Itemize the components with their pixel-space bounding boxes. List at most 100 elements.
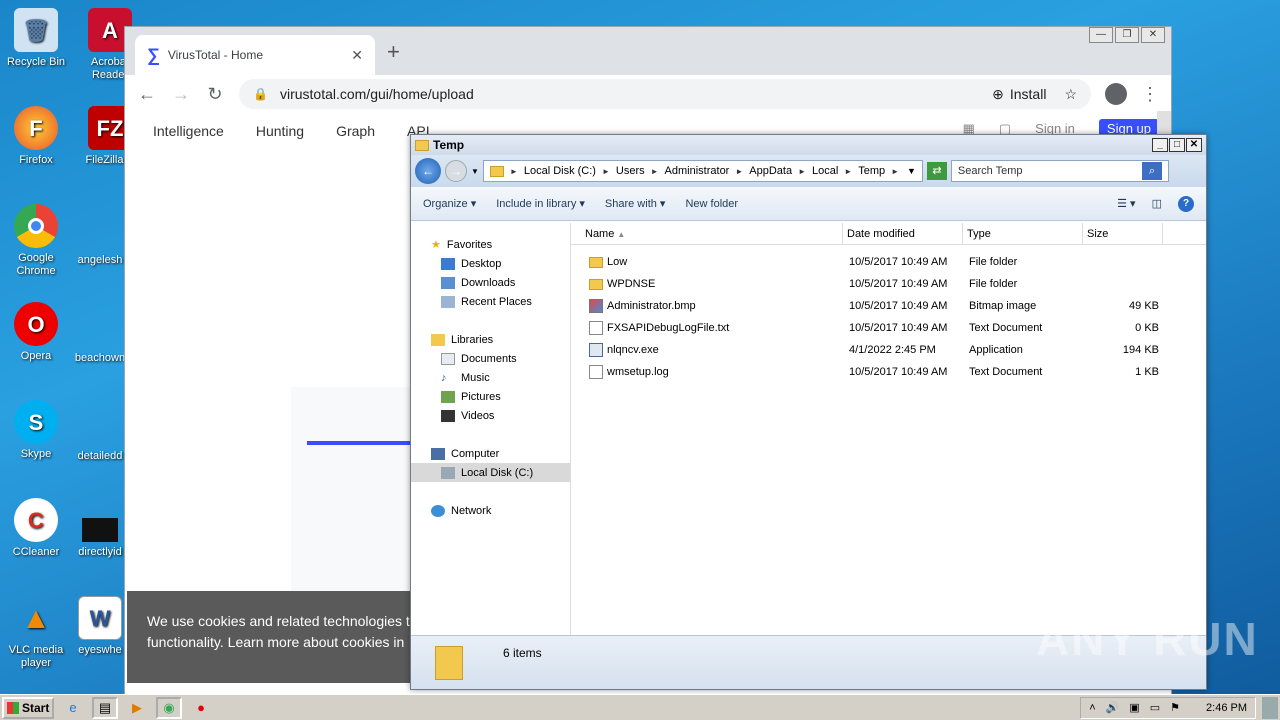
start-button[interactable]: Start — [2, 696, 54, 719]
nav-videos[interactable]: Videos — [411, 406, 570, 425]
nav-desktop[interactable]: Desktop — [411, 254, 570, 273]
profile-icon[interactable] — [1105, 83, 1127, 105]
firefox-icon: F — [14, 106, 58, 150]
breadcrumb-appdata[interactable]: AppData — [749, 165, 792, 177]
change-view-icon[interactable]: ☰ ▾ — [1117, 197, 1135, 210]
chevron-right-icon[interactable]: ► — [844, 167, 852, 176]
url-text: virustotal.com/gui/home/upload — [279, 86, 474, 102]
chevron-right-icon[interactable]: ► — [602, 167, 610, 176]
browser-tab[interactable]: ∑ VirusTotal - Home ✕ — [135, 35, 375, 75]
file-row[interactable]: wmsetup.log 10/5/2017 10:49 AM Text Docu… — [571, 361, 1206, 383]
new-tab-icon[interactable]: + — [387, 39, 400, 65]
breadcrumb-local-disk[interactable]: Local Disk (C:) — [524, 165, 596, 177]
nav-recent-places[interactable]: Recent Places — [411, 292, 570, 311]
nav-documents[interactable]: Documents — [411, 349, 570, 368]
close-tab-icon[interactable]: ✕ — [351, 47, 363, 64]
desktop-icon-opera[interactable]: O Opera — [0, 302, 72, 363]
search-box[interactable]: Search Temp ⌕ — [950, 160, 1169, 182]
preview-pane-icon[interactable]: ◫ — [1152, 197, 1162, 210]
nav-computer[interactable]: Computer — [411, 444, 570, 463]
desktop-icon-vlc[interactable]: ▲ VLC media player — [0, 596, 72, 670]
nav-network[interactable]: Network — [411, 501, 570, 520]
network-tray-icon[interactable]: ▣ — [1129, 701, 1139, 714]
breadcrumb[interactable]: ► Local Disk (C:) ► Users ► Administrato… — [482, 160, 923, 182]
explorer-titlebar[interactable]: Temp _ □ ✕ — [411, 135, 1206, 155]
nav-computer-label: Computer — [451, 447, 500, 460]
nav-pictures[interactable]: Pictures — [411, 387, 570, 406]
reload-icon[interactable]: ↻ — [205, 84, 225, 105]
breadcrumb-temp[interactable]: Temp — [858, 165, 885, 177]
file-row[interactable]: nlqncv.exe 4/1/2022 2:45 PM Application … — [571, 339, 1206, 361]
chevron-right-icon[interactable]: ► — [735, 167, 743, 176]
chevron-right-icon[interactable]: ► — [891, 167, 899, 176]
clock[interactable]: 2:46 PM — [1206, 702, 1247, 714]
file-name: FXSAPIDebugLogFile.txt — [607, 322, 730, 334]
back-arrow-icon[interactable]: ← — [415, 158, 441, 184]
nav-intelligence[interactable]: Intelligence — [153, 123, 224, 139]
minimize-button[interactable]: _ — [1152, 138, 1168, 152]
include-in-library-button[interactable]: Include in library ▾ — [496, 197, 585, 210]
file-row[interactable]: Administrator.bmp 10/5/2017 10:49 AM Bit… — [571, 295, 1206, 317]
desktop-icon-ccleaner[interactable]: C CCleaner — [0, 498, 72, 559]
install-button[interactable]: ⊕ Install — [992, 86, 1046, 103]
desktop-icon-chrome[interactable]: Google Chrome — [0, 204, 72, 278]
search-icon[interactable]: ⌕ — [1141, 162, 1162, 180]
close-button[interactable]: ✕ — [1186, 138, 1202, 152]
address-dropdown-icon[interactable]: ▼ — [907, 166, 916, 176]
organize-button[interactable]: Organize ▾ — [423, 197, 476, 210]
close-window-button[interactable]: ✕ — [1141, 27, 1165, 43]
media-player-icon[interactable]: ▶ — [124, 697, 150, 719]
column-name[interactable]: Name ▲ — [571, 223, 843, 244]
new-folder-button[interactable]: New folder — [685, 198, 738, 210]
restore-button[interactable]: ❐ — [1115, 27, 1139, 43]
file-row[interactable]: Low 10/5/2017 10:49 AM File folder — [571, 251, 1206, 273]
chevron-right-icon[interactable]: ► — [510, 167, 518, 176]
action-center-flag-icon[interactable]: ⚑ — [1170, 701, 1180, 714]
internet-explorer-icon[interactable]: e — [60, 697, 86, 719]
chevron-right-icon[interactable]: ► — [651, 167, 659, 176]
breadcrumb-users[interactable]: Users — [616, 165, 645, 177]
bookmark-star-icon[interactable]: ☆ — [1064, 86, 1077, 103]
help-icon[interactable]: ? — [1178, 195, 1194, 212]
file-type: Text Document — [969, 366, 1043, 378]
file-type: Application — [969, 344, 1023, 356]
recent-places-icon — [441, 295, 455, 308]
nav-favorites[interactable]: ★ Favorites — [411, 235, 570, 254]
file-row[interactable]: WPDNSE 10/5/2017 10:49 AM File folder — [571, 273, 1206, 295]
forward-arrow-icon[interactable]: → — [445, 160, 467, 182]
desktop-icon-label: detailedd — [77, 450, 123, 462]
opera-taskbar-icon[interactable]: ● — [188, 697, 214, 719]
file-row[interactable]: FXSAPIDebugLogFile.txt 10/5/2017 10:49 A… — [571, 317, 1206, 339]
address-bar[interactable]: 🔒 virustotal.com/gui/home/upload ⊕ Insta… — [239, 79, 1091, 109]
volume-icon[interactable]: 🔊 — [1106, 701, 1120, 714]
breadcrumb-administrator[interactable]: Administrator — [665, 165, 730, 177]
back-icon[interactable]: ← — [137, 84, 157, 105]
desktop-icon-firefox[interactable]: F Firefox — [0, 106, 72, 167]
browser-menu-icon[interactable]: ⋮ — [1141, 84, 1159, 105]
column-type[interactable]: Type — [963, 223, 1083, 244]
desktop-icon-recycle-bin[interactable]: 🗑 Recycle Bin — [0, 8, 72, 69]
nav-graph[interactable]: Graph — [336, 123, 375, 139]
share-with-button[interactable]: Share with ▾ — [605, 197, 666, 210]
chevron-right-icon[interactable]: ► — [798, 167, 806, 176]
nav-music[interactable]: ♪ Music — [411, 368, 570, 387]
nav-local-disk[interactable]: Local Disk (C:) — [411, 463, 570, 482]
nav-downloads[interactable]: Downloads — [411, 273, 570, 292]
desktop-icon-skype[interactable]: S Skype — [0, 400, 72, 461]
show-desktop-button[interactable] — [1262, 696, 1278, 719]
column-date-modified[interactable]: Date modified — [843, 223, 963, 244]
chrome-taskbar-icon[interactable]: ◉ — [156, 696, 182, 719]
display-icon[interactable]: ▭ — [1150, 701, 1160, 714]
nav-libraries[interactable]: Libraries — [411, 330, 570, 349]
nav-hunting[interactable]: Hunting — [256, 123, 304, 139]
forward-icon[interactable]: → — [171, 84, 191, 105]
breadcrumb-local[interactable]: Local — [812, 165, 838, 177]
cookie-text-line-2[interactable]: functionality. Learn more about cookies … — [147, 632, 404, 653]
refresh-icon[interactable]: ⇄ — [926, 162, 947, 180]
explorer-taskbar-icon[interactable]: ▤ — [92, 696, 118, 719]
tray-expand-icon[interactable]: ˄ — [1089, 702, 1095, 714]
maximize-button[interactable]: □ — [1169, 138, 1185, 152]
recent-locations-icon[interactable]: ▼ — [471, 167, 479, 176]
column-size[interactable]: Size — [1083, 223, 1163, 244]
minimize-button[interactable]: — — [1089, 27, 1113, 43]
